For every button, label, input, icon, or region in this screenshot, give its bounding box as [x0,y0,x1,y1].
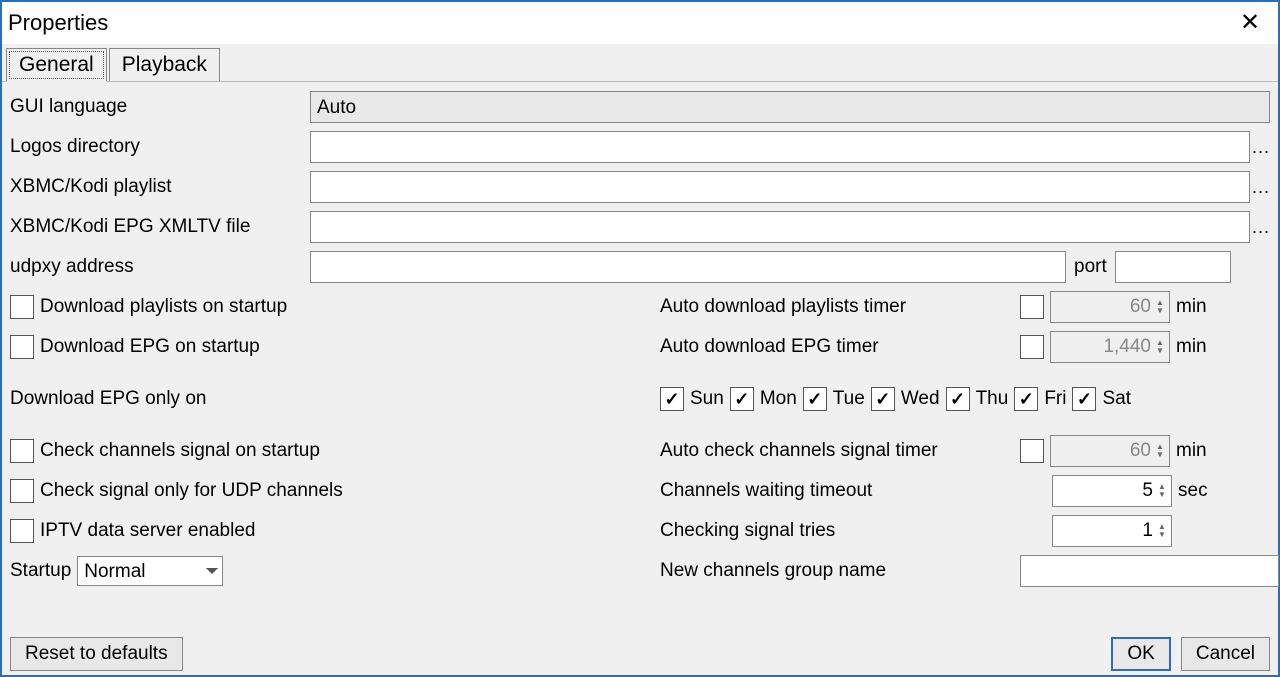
udpxy-addr-label: udpxy address [10,256,310,278]
iptv-server-enabled-label: IPTV data server enabled [40,520,255,542]
new-channels-group-label: New channels group name [660,560,1020,582]
auto-check-signal-timer-input[interactable] [1050,435,1170,467]
day-tue-label: Tue [833,388,865,410]
unit-min: min [1176,336,1207,358]
day-mon-label: Mon [760,388,797,410]
gui-language-select[interactable]: Auto [310,91,1270,123]
day-sat-label: Sat [1102,388,1131,410]
dl-epg-startup-label: Download EPG on startup [40,336,260,358]
gui-language-label: GUI language [10,96,310,118]
auto-dl-epg-timer-input[interactable] [1050,331,1170,363]
new-channels-group-input[interactable] [1020,555,1279,587]
day-sun-label: Sun [690,388,724,410]
dl-epg-only-on-label: Download EPG only on [10,388,206,410]
cancel-button[interactable]: Cancel [1181,637,1270,671]
auto-dl-playlists-timer-checkbox[interactable] [1020,295,1044,319]
check-udp-only-checkbox[interactable] [10,479,34,503]
kodi-playlist-browse-button[interactable]: ... [1250,177,1270,198]
startup-label: Startup [10,560,71,582]
unit-sec: sec [1178,480,1208,502]
unit-min: min [1176,440,1207,462]
properties-window: Properties ✕ General Playback GUI langua… [0,0,1280,677]
auto-dl-epg-timer-checkbox[interactable] [1020,335,1044,359]
auto-check-signal-timer-label: Auto check channels signal timer [660,440,1020,462]
logos-dir-browse-button[interactable]: ... [1250,137,1270,158]
port-label: port [1074,256,1107,278]
tab-content: GUI language Auto Logos directory ... XB… [2,82,1278,594]
day-mon-checkbox[interactable] [730,387,754,411]
unit-min: min [1176,296,1207,318]
checking-signal-tries-label: Checking signal tries [660,520,1052,542]
tab-general[interactable]: General [6,48,107,82]
logos-dir-input[interactable] [310,131,1250,163]
auto-dl-playlists-timer-label: Auto download playlists timer [660,296,1020,318]
check-udp-only-label: Check signal only for UDP channels [40,480,343,502]
channels-wait-timeout-input[interactable] [1052,475,1172,507]
close-icon[interactable]: ✕ [1230,11,1270,35]
kodi-epg-browse-button[interactable]: ... [1250,217,1270,238]
tab-playback[interactable]: Playback [109,48,220,81]
check-channels-startup-checkbox[interactable] [10,439,34,463]
port-input[interactable] [1115,251,1231,283]
tab-bar: General Playback [2,44,1278,82]
day-fri-label: Fri [1044,388,1066,410]
kodi-epg-label: XBMC/Kodi EPG XMLTV file [10,216,310,238]
kodi-playlist-input[interactable] [310,171,1250,203]
day-sat-checkbox[interactable] [1072,387,1096,411]
auto-dl-epg-timer-label: Auto download EPG timer [660,336,1020,358]
logos-dir-label: Logos directory [10,136,310,158]
titlebar: Properties ✕ [2,2,1278,44]
day-thu-label: Thu [976,388,1009,410]
ok-button[interactable]: OK [1111,637,1170,671]
check-channels-startup-label: Check channels signal on startup [40,440,320,462]
auto-check-signal-timer-checkbox[interactable] [1020,439,1044,463]
dl-playlists-startup-label: Download playlists on startup [40,296,287,318]
channels-wait-timeout-label: Channels waiting timeout [660,480,1052,502]
iptv-server-enabled-checkbox[interactable] [10,519,34,543]
day-wed-checkbox[interactable] [871,387,895,411]
checking-signal-tries-input[interactable] [1052,515,1172,547]
dl-epg-startup-checkbox[interactable] [10,335,34,359]
reset-defaults-button[interactable]: Reset to defaults [10,637,183,671]
day-tue-checkbox[interactable] [803,387,827,411]
auto-dl-playlists-timer-input[interactable] [1050,291,1170,323]
dl-playlists-startup-checkbox[interactable] [10,295,34,319]
days-group: Sun Mon Tue Wed Thu Fri Sat [660,382,1270,416]
udpxy-addr-input[interactable] [310,251,1066,283]
startup-select[interactable]: Normal [77,556,223,586]
day-thu-checkbox[interactable] [946,387,970,411]
day-wed-label: Wed [901,388,940,410]
window-title: Properties [8,10,108,36]
kodi-epg-input[interactable] [310,211,1250,243]
day-fri-checkbox[interactable] [1014,387,1038,411]
footer: Reset to defaults OK Cancel [10,637,1270,671]
day-sun-checkbox[interactable] [660,387,684,411]
kodi-playlist-label: XBMC/Kodi playlist [10,176,310,198]
